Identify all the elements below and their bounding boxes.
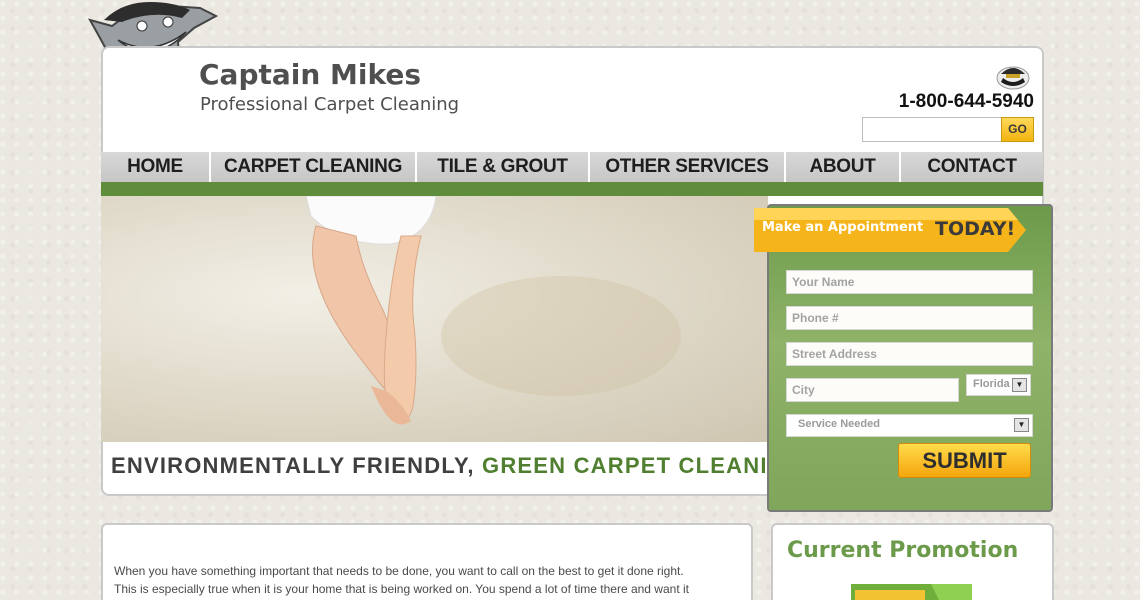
search-input[interactable]: [862, 117, 1002, 142]
address-field[interactable]: Street Address: [786, 342, 1033, 366]
service-select-value: Service Needed: [798, 418, 880, 430]
nav-contact[interactable]: CONTACT: [901, 152, 1043, 182]
state-select[interactable]: Florida ▼: [966, 374, 1031, 396]
phone-field[interactable]: Phone #: [786, 306, 1033, 330]
nav-about[interactable]: ABOUT: [786, 152, 901, 182]
service-select[interactable]: Service Needed ▼: [786, 414, 1033, 437]
hero-illustration: [305, 196, 681, 425]
nav-underline-bar: [101, 182, 1043, 196]
nav-tile-grout[interactable]: TILE & GROUT: [417, 152, 590, 182]
brand-tagline: Professional Carpet Cleaning: [200, 94, 460, 115]
state-select-value: Florida: [973, 378, 1010, 390]
promotion-title: Current Promotion: [787, 538, 1019, 563]
submit-button[interactable]: SUBMIT: [898, 443, 1031, 478]
nav-home[interactable]: HOME: [101, 152, 211, 182]
promotion-coupon-image[interactable]: [851, 584, 972, 600]
hero-tagline: ENVIRONMENTALLY FRIENDLY, GREEN CARPET C…: [111, 453, 803, 479]
coupon-graphic: [851, 584, 972, 600]
intro-line-1: When you have something important that n…: [114, 564, 684, 578]
search-go-button[interactable]: GO: [1001, 117, 1034, 142]
nav-other-services[interactable]: OTHER SERVICES: [590, 152, 786, 182]
intro-text: When you have something important that n…: [114, 562, 734, 598]
chevron-down-icon[interactable]: ▼: [1012, 378, 1027, 392]
hero-image-baby-on-carpet: [101, 196, 768, 442]
appointment-banner-text: Make an Appointment: [762, 220, 924, 235]
brand-name[interactable]: Captain Mikes: [199, 58, 421, 91]
appointment-banner-today: TODAY!: [935, 218, 1016, 240]
tagline-eco: ENVIRONMENTALLY FRIENDLY,: [111, 453, 475, 478]
captain-hat-icon: [996, 66, 1030, 90]
city-field[interactable]: City: [786, 378, 959, 402]
nav-carpet-cleaning[interactable]: CARPET CLEANING: [211, 152, 417, 182]
intro-line-2: This is especially true when it is your …: [114, 582, 689, 596]
chevron-down-icon[interactable]: ▼: [1014, 418, 1029, 432]
tagline-green: GREEN CARPET CLEANING: [482, 453, 804, 478]
main-nav: HOME CARPET CLEANING TILE & GROUT OTHER …: [101, 152, 1043, 182]
phone-number[interactable]: 1-800-644-5940: [880, 91, 1034, 113]
name-field[interactable]: Your Name: [786, 270, 1033, 294]
